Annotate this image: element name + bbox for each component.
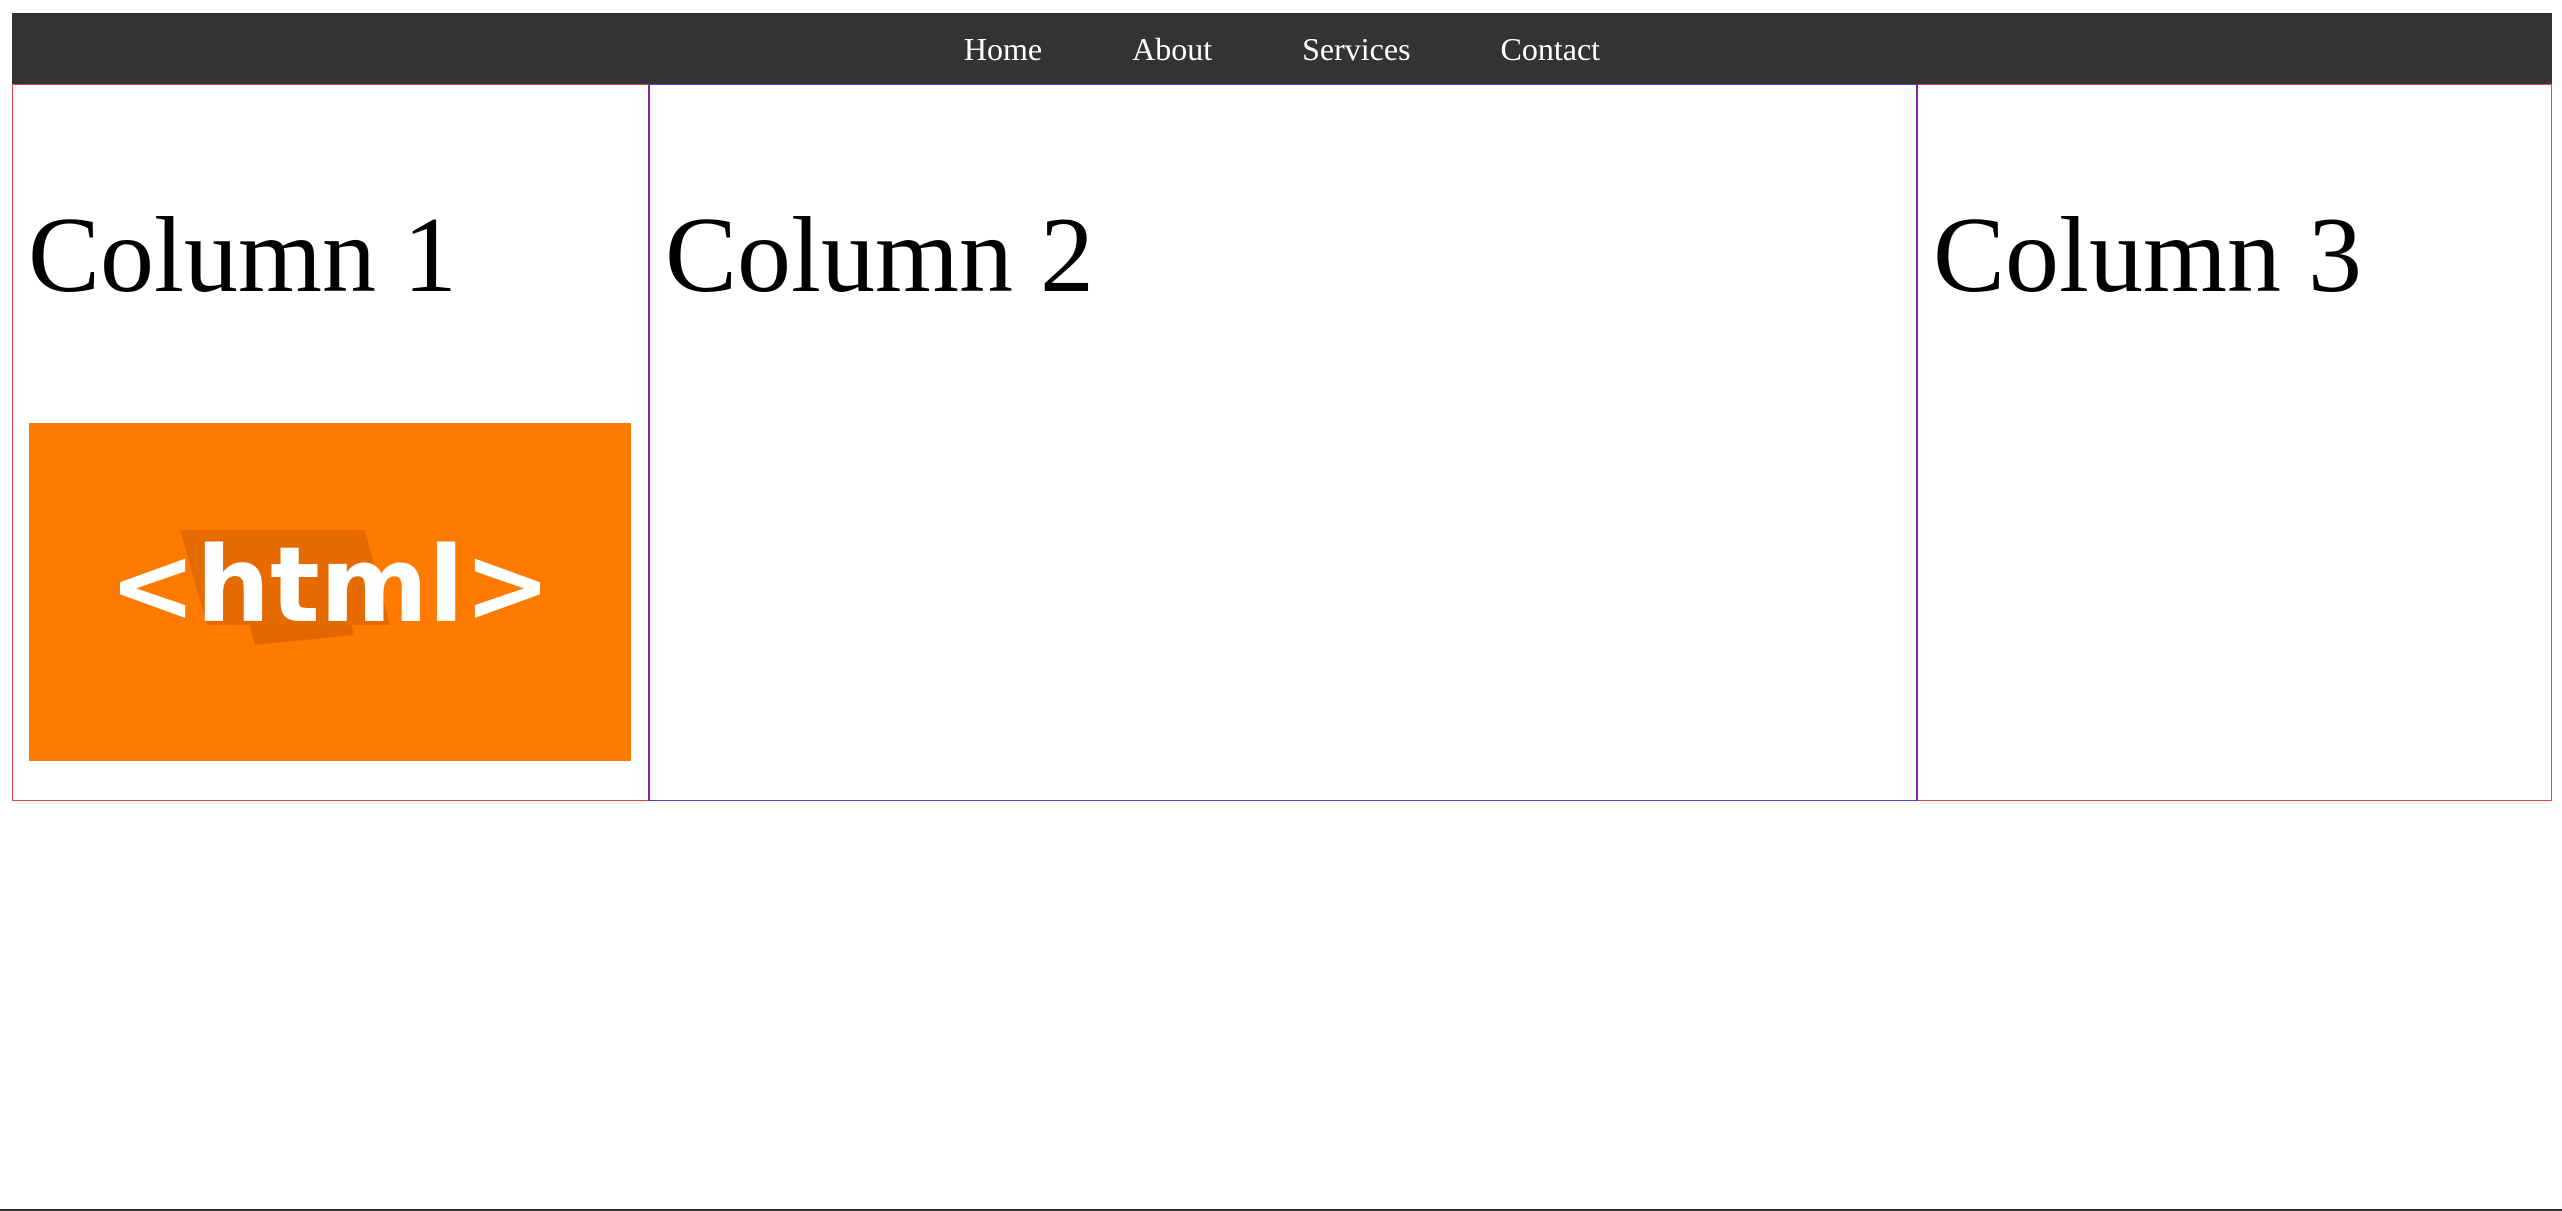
html-logo-text: <html> (109, 524, 551, 646)
top-navigation-bar: Home About Services Contact (12, 13, 2552, 84)
html-logo-icon: <html> (29, 423, 631, 761)
column-1: Column 1 <html> (12, 84, 648, 801)
nav-link-services[interactable]: Services (1302, 33, 1410, 65)
three-column-layout: Column 1 <html> Column 2 Column 3 (12, 84, 2552, 801)
column-3-title: Column 3 (1933, 196, 2363, 315)
nav-link-home[interactable]: Home (964, 33, 1042, 65)
column-3: Column 3 (1918, 84, 2552, 801)
nav-link-contact[interactable]: Contact (1501, 33, 1601, 65)
nav-link-about[interactable]: About (1132, 33, 1212, 65)
column-2-title: Column 2 (665, 196, 1095, 315)
page: Home About Services Contact Column 1 <ht… (0, 0, 2562, 1211)
column-1-title: Column 1 (28, 196, 458, 315)
column-2: Column 2 (648, 84, 1918, 801)
html-logo-image: <html> (29, 423, 631, 761)
